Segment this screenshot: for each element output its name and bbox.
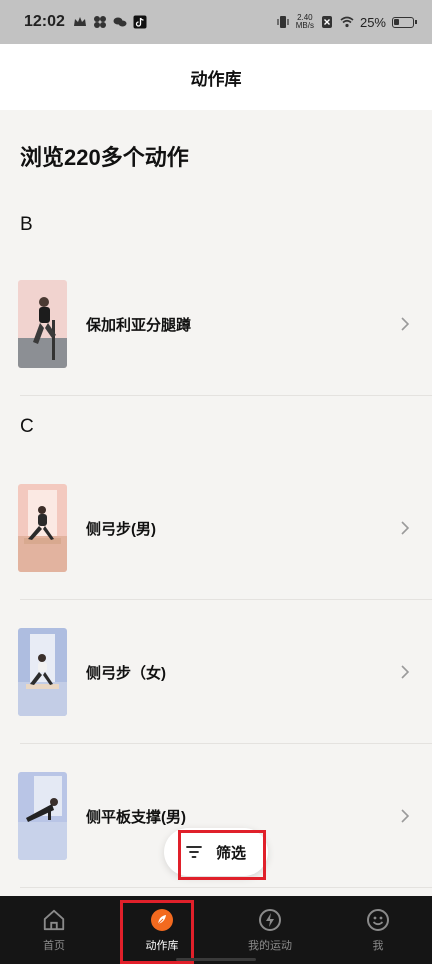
chevron-right-icon — [401, 317, 410, 331]
section-letter-c: C — [20, 416, 34, 437]
filter-icon — [186, 846, 202, 858]
tab-me[interactable]: 我 — [324, 896, 432, 964]
filter-button[interactable]: 筛选 — [164, 828, 268, 876]
smiley-icon — [366, 908, 390, 932]
page-header: 动作库 — [0, 44, 432, 110]
home-icon — [42, 908, 66, 932]
status-time: 12:02 — [24, 13, 65, 30]
pinwheel-icon — [93, 16, 106, 28]
chevron-right-icon — [401, 809, 410, 823]
tiktok-icon — [133, 15, 147, 29]
crown-icon — [73, 17, 86, 26]
wifi-icon — [340, 16, 354, 28]
list-item[interactable]: 保加利亚分腿蹲 — [0, 252, 432, 396]
tab-home[interactable]: 首页 — [0, 896, 108, 964]
bottom-tab-bar: 首页 动作库 我的运动 我 — [0, 896, 432, 964]
chevron-right-icon — [401, 521, 410, 535]
vibrate-icon — [277, 16, 289, 28]
tab-label: 首页 — [43, 939, 65, 952]
filter-label: 筛选 — [215, 844, 246, 862]
tab-exercise-library[interactable]: 动作库 — [108, 896, 216, 964]
page-title: 浏览220多个动作 — [20, 145, 189, 170]
network-speed: 2.40 MB/s — [295, 13, 314, 30]
list-item[interactable]: 侧弓步（女) — [0, 600, 432, 744]
tab-label: 我 — [372, 939, 384, 952]
header-title: 动作库 — [190, 69, 242, 89]
exercise-thumbnail — [18, 628, 67, 716]
tab-label: 动作库 — [145, 939, 179, 952]
home-indicator — [176, 958, 256, 961]
divider — [20, 887, 432, 888]
leaf-icon — [150, 908, 174, 932]
chat-icon — [113, 17, 127, 27]
exercise-thumbnail — [18, 484, 67, 572]
status-bar: 12:02 2.40 MB/s 25% — [0, 0, 432, 44]
tab-label: 我的运动 — [248, 939, 292, 952]
sim-off-icon — [321, 16, 332, 28]
tab-my-workouts[interactable]: 我的运动 — [216, 896, 324, 964]
chevron-right-icon — [401, 665, 410, 679]
exercise-thumbnail — [18, 772, 67, 860]
exercise-name: 侧弓步(男) — [86, 520, 156, 538]
exercise-name: 保加利亚分腿蹲 — [86, 316, 192, 334]
exercise-thumbnail — [18, 280, 67, 368]
list-item[interactable]: 侧弓步(男) — [0, 456, 432, 600]
divider — [20, 395, 432, 396]
battery-icon — [392, 16, 417, 28]
section-letter-b: B — [20, 214, 33, 235]
exercise-name: 侧弓步（女) — [86, 664, 166, 682]
battery-percent: 25% — [359, 14, 386, 30]
lightning-icon — [258, 908, 282, 932]
